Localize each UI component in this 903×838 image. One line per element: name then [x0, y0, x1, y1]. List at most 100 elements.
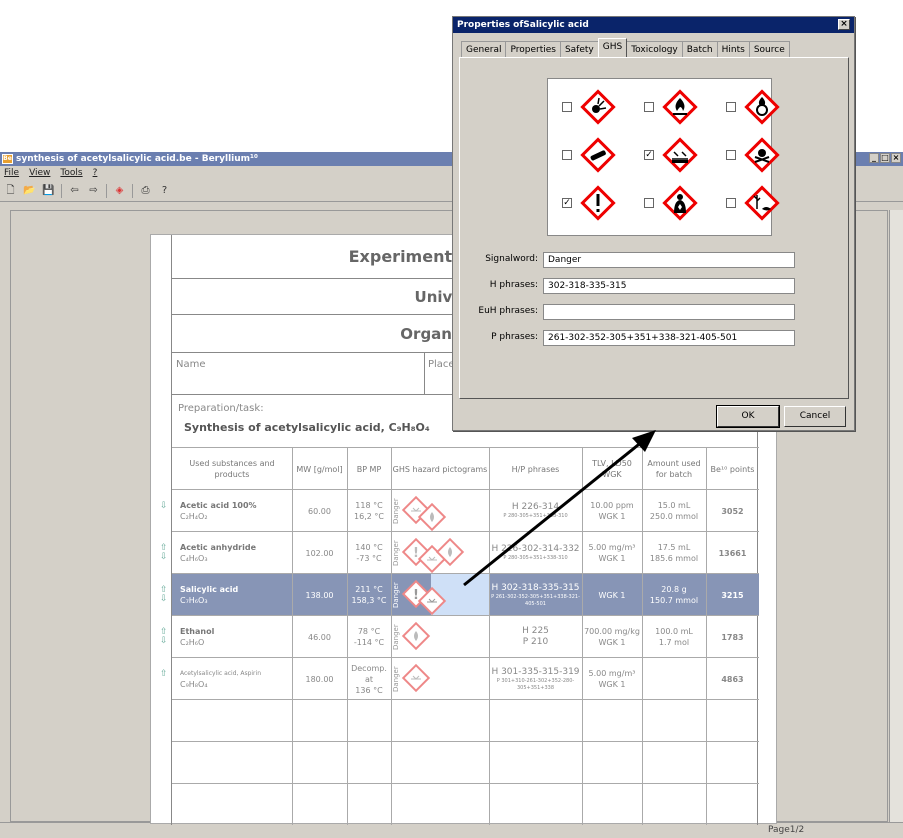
tab-hints[interactable]: Hints — [716, 41, 750, 57]
exploding-bomb-icon — [580, 89, 616, 125]
vertical-scrollbar[interactable] — [889, 210, 903, 822]
cancel-button[interactable]: Cancel — [784, 406, 846, 427]
save-icon[interactable]: 💾 — [42, 184, 55, 197]
column-divider — [347, 447, 348, 825]
ghs-checkbox[interactable] — [644, 198, 654, 208]
amount-cell: 20.8 g 150.7 mmol — [642, 574, 706, 616]
move-up-down-icon[interactable]: ⇧ ⇩ — [160, 628, 168, 646]
close-icon[interactable]: × — [838, 19, 850, 30]
ghs-checkbox[interactable]: ✓ — [562, 198, 572, 208]
table-row[interactable]: ⇧ ⇩ Ethanol C₂H₆O 46.00 78 °C -114 °C Dan… — [160, 615, 759, 658]
ghs-checkbox[interactable] — [562, 102, 572, 112]
minimize-icon[interactable]: _ — [869, 153, 879, 163]
tab-batch[interactable]: Batch — [681, 41, 718, 57]
amount-moles: 250.0 mmol — [649, 512, 699, 521]
close-window-icon[interactable]: × — [891, 153, 901, 163]
maximize-icon[interactable]: □ — [880, 153, 890, 163]
tab-properties[interactable]: Properties — [505, 41, 561, 57]
h-phrases-field[interactable]: 302-318-335-315 — [543, 278, 795, 294]
column-divider — [582, 447, 583, 825]
substance-formula: C₉H₈O₄ — [180, 680, 208, 689]
ok-button[interactable]: OK — [716, 405, 780, 428]
h-phrases: H 301-335-315-319 — [491, 666, 580, 677]
amount-volume: 15.0 mL — [657, 501, 691, 510]
preparation-label: Preparation/task: — [178, 403, 264, 414]
move-up-icon[interactable]: ⇧ — [160, 670, 168, 679]
bpmp-cell: Decomp. at 136 °C — [347, 658, 391, 700]
bp-value: 78 °C — [357, 627, 381, 636]
flame-icon — [401, 621, 431, 651]
empty-row — [172, 783, 759, 825]
ghs-option-explosive[interactable] — [562, 87, 618, 127]
ghs-checkbox[interactable]: ✓ — [644, 150, 654, 160]
empty-row — [172, 741, 759, 783]
ghs-checkbox[interactable] — [726, 198, 736, 208]
tlv-cell: WGK 1 — [582, 574, 642, 616]
header-ghs: GHS hazard pictograms — [392, 464, 488, 474]
table-row[interactable]: ⇩ Acetic acid 100% C₂H₄O₂ 60.00 118 °C 1… — [160, 489, 759, 532]
signalword-field[interactable]: Danger — [543, 252, 795, 268]
ghs-option-irritant[interactable]: ✓ — [562, 183, 618, 223]
new-file-icon[interactable]: 🗋 — [4, 184, 17, 197]
menu-file[interactable]: File — [4, 166, 19, 180]
header-tlv: TLV, LD50 WGK — [592, 459, 632, 479]
table-row[interactable]: ⇧ Acetylsalicylic acid, Aspirin C₉H₈O₄ 1… — [160, 657, 759, 700]
ghs-option-corrosive[interactable]: ✓ — [644, 135, 700, 175]
mp-value: 136 °C — [355, 685, 383, 695]
dialog-title-bar[interactable]: Properties ofSalicylic acid × — [453, 17, 854, 33]
ghs-option-flammable[interactable] — [644, 87, 700, 127]
table-row[interactable]: ⇧ ⇩ Acetic anhydride C₄H₆O₃ 102.00 140 °C… — [160, 531, 759, 574]
ghs-option-gas[interactable] — [562, 135, 618, 175]
tab-safety[interactable]: Safety — [559, 41, 599, 57]
ghs-option-toxic[interactable] — [726, 135, 782, 175]
p-phrases-field[interactable]: 261-302-352-305+351+338-321-405-501 — [543, 330, 795, 346]
ghs-checkbox[interactable] — [562, 150, 572, 160]
amount-cell — [642, 658, 706, 700]
ghs-checkbox[interactable] — [726, 150, 736, 160]
ghs-cell: Danger — [391, 616, 489, 658]
ghs-checkbox[interactable] — [726, 102, 736, 112]
danger-label: Danger — [392, 498, 400, 524]
euh-phrases-label: EuH phrases: — [478, 306, 538, 316]
ghs-checkbox[interactable] — [644, 102, 654, 112]
points-cell: 13661 — [718, 548, 747, 558]
euh-phrases-field[interactable] — [543, 304, 795, 320]
tab-general[interactable]: General — [461, 41, 507, 57]
corrosion-icon — [662, 137, 698, 173]
help-icon[interactable]: ? — [158, 184, 171, 197]
print-icon[interactable]: ⎙ — [139, 184, 152, 197]
menu-tools[interactable]: Tools — [60, 166, 82, 180]
substance-name: Acetylsalicylic acid, Aspirin — [180, 670, 261, 677]
menu-help[interactable]: ? — [93, 166, 98, 180]
toolbar-divider — [106, 183, 107, 198]
move-down-icon[interactable]: ⇩ — [160, 502, 168, 511]
ghs-cell: Danger — [391, 490, 489, 532]
mw-cell: 102.00 — [305, 548, 334, 558]
mp-value: 16,2 °C — [354, 512, 384, 521]
menu-view[interactable]: View — [29, 166, 50, 180]
tab-toxicology[interactable]: Toxicology — [626, 41, 683, 57]
open-folder-icon[interactable]: 📂 — [23, 184, 36, 197]
arrow-right-icon[interactable]: ⇨ — [87, 184, 100, 197]
arrow-left-icon[interactable]: ⇦ — [68, 184, 81, 197]
substance-cell: Ethanol C₂H₆O — [172, 616, 292, 658]
h-phrases: H 225 — [522, 626, 549, 636]
table-row-selected[interactable]: ⇧ ⇩ Salicylic acid C₇H₆O₃ 138.00 211 °C 1… — [160, 573, 759, 616]
ghs-option-health-hazard[interactable] — [644, 183, 700, 223]
ghs-option-environment[interactable] — [726, 183, 782, 223]
ghs-option-oxidizing[interactable] — [726, 87, 782, 127]
move-up-down-icon[interactable]: ⇧ ⇩ — [160, 544, 168, 562]
bp-value: Decomp. at — [351, 663, 387, 684]
wgk-value: WGK 1 — [598, 680, 626, 689]
move-up-down-icon[interactable]: ⇧ ⇩ — [160, 586, 168, 604]
tlv-value: 5.00 mg/m³ — [588, 543, 636, 552]
ghs-toggle-icon[interactable]: ◈ — [113, 184, 126, 197]
substance-cell: Acetic acid 100% C₂H₄O₂ — [172, 490, 292, 532]
tab-source[interactable]: Source — [748, 41, 790, 57]
amount-cell: 15.0 mL 250.0 mmol — [642, 490, 706, 532]
substance-formula: C₂H₄O₂ — [180, 512, 208, 521]
header-points: Be¹⁰ points — [710, 464, 755, 474]
column-divider — [292, 447, 293, 825]
tab-ghs[interactable]: GHS — [597, 38, 628, 57]
header-bpmp: BP MP — [356, 464, 382, 474]
